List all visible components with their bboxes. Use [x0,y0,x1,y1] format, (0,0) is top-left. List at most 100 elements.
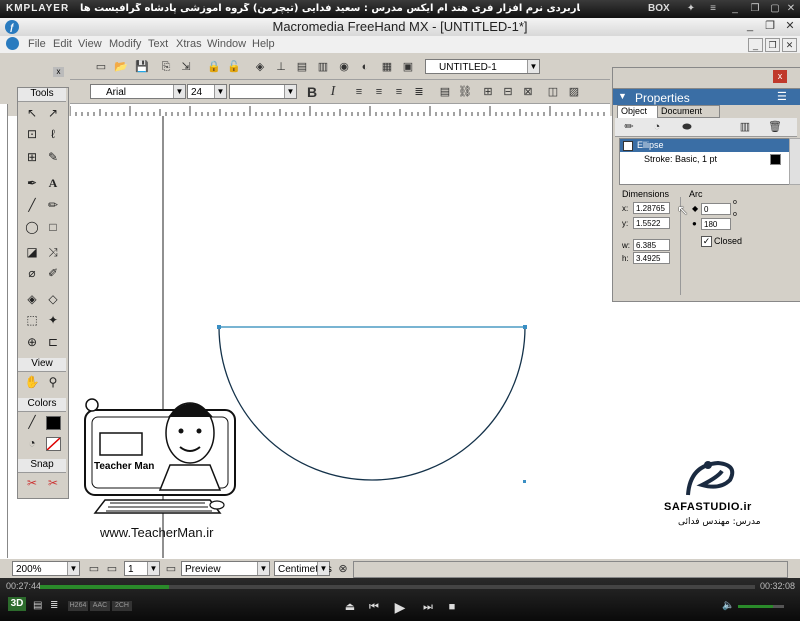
doc-minimize-button[interactable]: _ [748,38,763,52]
bold-button[interactable]: B [304,84,320,100]
align-icon[interactable]: ⊥ [273,59,289,75]
transform-icon[interactable]: ◈ [252,59,268,75]
menu-modify[interactable]: Modify [109,38,141,50]
menu-file[interactable]: File [28,38,46,50]
text-wrap-icon[interactable]: ⊞ [480,84,496,100]
pencil-tool-icon[interactable]: ✏ [43,196,63,214]
tools-close-icon[interactable]: x [53,67,64,77]
menu-xtras[interactable]: Xtras [176,38,202,50]
arc-start-field[interactable]: 0 [701,203,731,215]
attach-to-path-icon[interactable]: ⊠ [520,84,536,100]
crop-tool-icon[interactable]: ⊞ [22,148,42,166]
volume-slider[interactable] [738,605,784,608]
export-icon[interactable]: ⇲ [178,59,194,75]
y-field[interactable]: 1.5522 [633,217,670,229]
minimize-button[interactable]: _ [742,19,758,33]
library-icon[interactable]: ▥ [315,59,331,75]
pointer-tool-icon[interactable]: ↖ [22,104,42,122]
snap-to-guide-icon[interactable]: ✂ [43,474,63,492]
align-center-icon[interactable]: ≡ [371,84,387,100]
menu-window[interactable]: Window [207,38,246,50]
envelope-tool-icon[interactable]: ◇ [43,290,63,308]
hand-tool-icon[interactable]: ✋ [22,373,42,391]
maximize-button[interactable]: ❐ [762,19,778,33]
add-effect-icon[interactable]: ⬬ [679,119,695,135]
text-style-select[interactable]: ▼ [229,84,297,99]
selection-handle[interactable] [523,480,526,483]
rectangle-tool-icon[interactable]: □ [43,218,63,236]
brush-tool-icon[interactable]: ✐ [43,264,63,282]
page-prev-icon[interactable]: ▭ [104,561,120,577]
add-stroke-icon[interactable]: ✏ [621,119,637,135]
tab-document[interactable]: Document [657,105,720,118]
stop-icon[interactable]: ■ [444,600,460,614]
h-field[interactable]: 3.4925 [633,252,670,264]
w-field[interactable]: 6.385 [633,239,670,251]
properties-titlebar[interactable]: x [612,67,800,88]
connector-tool-icon[interactable]: ⊏ [43,333,63,351]
fill-color-swatch[interactable] [46,437,61,451]
styles-icon[interactable]: ◉ [336,59,352,75]
unlock-icon[interactable]: 🔓 [226,59,242,75]
units-select[interactable]: Centimeters ▼ [274,561,332,576]
font-size-select[interactable]: 24 ▼ [187,84,227,99]
pin-icon[interactable]: ✦ [684,2,698,16]
shadow-tool-icon[interactable]: ✦ [43,311,63,329]
eject-icon[interactable]: ⏏ [342,600,358,614]
swatches-icon[interactable]: ▦ [379,59,395,75]
chart-tool-icon[interactable]: ⊕ [22,333,42,351]
blend-tool-icon[interactable]: ◈ [22,290,42,308]
options-menu-icon[interactable]: ☰ [777,90,787,103]
zoom-tool-icon[interactable]: ⚲ [43,373,63,391]
play-icon[interactable]: ▶ [392,600,408,614]
properties-close-icon[interactable]: x [773,70,787,83]
document-select[interactable]: UNTITLED-1 ▼ [425,59,540,74]
document-icon[interactable] [6,37,19,50]
duplicate-item-icon[interactable]: ▥ [737,119,753,135]
display-mode-select[interactable]: Preview ▼ [181,561,270,576]
italic-button[interactable]: I [325,84,341,100]
list-scrollbar[interactable] [789,138,800,185]
subselect-tool-icon[interactable]: ↗ [43,104,63,122]
arc-end-field[interactable]: 180 [701,218,731,230]
extrude-tool-icon[interactable]: ⬚ [22,311,42,329]
seek-bar[interactable] [40,585,755,589]
ellipse-half-circle[interactable] [218,326,526,481]
convert-to-paths-icon[interactable]: ◫ [545,84,561,100]
stroke-color-swatch[interactable] [46,416,61,430]
text-link-icon[interactable]: ⛓ [457,84,473,100]
freeform-tool-icon[interactable]: ◪ [22,243,42,261]
save-icon[interactable]: 💾 [134,59,150,75]
flow-text-icon[interactable]: ⊟ [500,84,516,100]
text-effect-icon[interactable]: ▤ [437,84,453,100]
open-icon[interactable]: 📂 [113,59,129,75]
ellipse-tool-icon[interactable]: ◯ [22,218,42,236]
fullscreen-player-icon[interactable]: ▢ [768,2,782,16]
lasso-tool-icon[interactable]: ℓ [43,125,63,143]
reflect-tool-icon[interactable]: ⤨ [43,243,63,261]
layers-icon[interactable]: ▤ [294,59,310,75]
fill-color-icon[interactable]: ◔ [22,434,42,452]
previous-icon[interactable]: ⏮ [366,600,382,614]
tab-object[interactable]: Object [617,105,660,118]
color-mixer-icon[interactable]: ◐ [357,59,373,75]
new-icon[interactable]: ▭ [93,59,109,75]
page-select[interactable]: 1 ▼ [124,561,160,576]
scale-tool-icon[interactable]: ⊡ [22,125,42,143]
knife-tool-icon[interactable]: ⌀ [22,264,42,282]
add-fill-icon[interactable]: ◔ [649,119,665,135]
minimize-player-icon[interactable]: _ [728,2,742,16]
align-right-icon[interactable]: ≡ [391,84,407,100]
properties-header[interactable]: ▼ Properties ☰ [613,89,800,105]
text-editor-icon[interactable]: ▨ [566,84,582,100]
font-select[interactable]: Arial ▼ [90,84,186,99]
expand-triangle-icon[interactable]: ▼ [618,91,627,101]
zoom-select[interactable]: 200% ▼ [12,561,80,576]
volume-icon[interactable]: 🔈 [722,600,734,611]
import-icon[interactable]: ⎘ [158,59,174,75]
x-field[interactable]: 1.28765 [633,202,670,214]
tools-panel-titlebar[interactable]: x [17,67,67,79]
page-next-icon[interactable]: ▭ [163,561,179,577]
selection-handle[interactable] [217,325,221,329]
justify-icon[interactable]: ≣ [411,84,427,100]
